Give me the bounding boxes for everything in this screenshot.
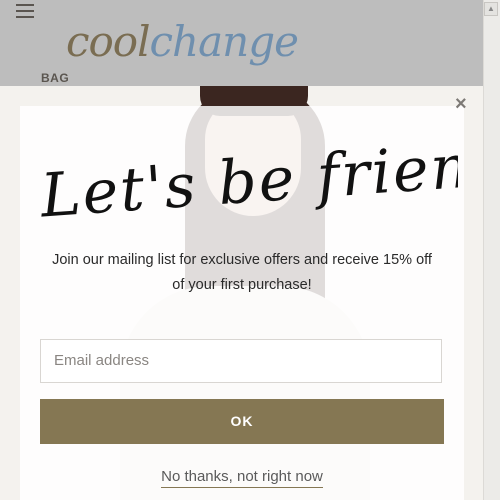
modal-message: Join our mailing list for exclusive offe… bbox=[52, 252, 432, 293]
newsletter-modal: Let's be friends! Join our mailing list … bbox=[20, 106, 464, 500]
ok-button[interactable]: OK bbox=[40, 399, 444, 444]
decline-link-wrapper: No thanks, not right now bbox=[20, 468, 464, 488]
modal-title-text: Let's be friends! bbox=[38, 125, 458, 232]
close-icon[interactable]: × bbox=[455, 94, 473, 114]
scrollbar[interactable]: ▲ bbox=[483, 0, 500, 500]
no-thanks-link[interactable]: No thanks, not right now bbox=[161, 468, 323, 488]
scroll-up-icon[interactable]: ▲ bbox=[484, 2, 498, 16]
email-field[interactable]: Email address bbox=[40, 339, 442, 383]
modal-title: Let's be friends! bbox=[38, 125, 458, 232]
